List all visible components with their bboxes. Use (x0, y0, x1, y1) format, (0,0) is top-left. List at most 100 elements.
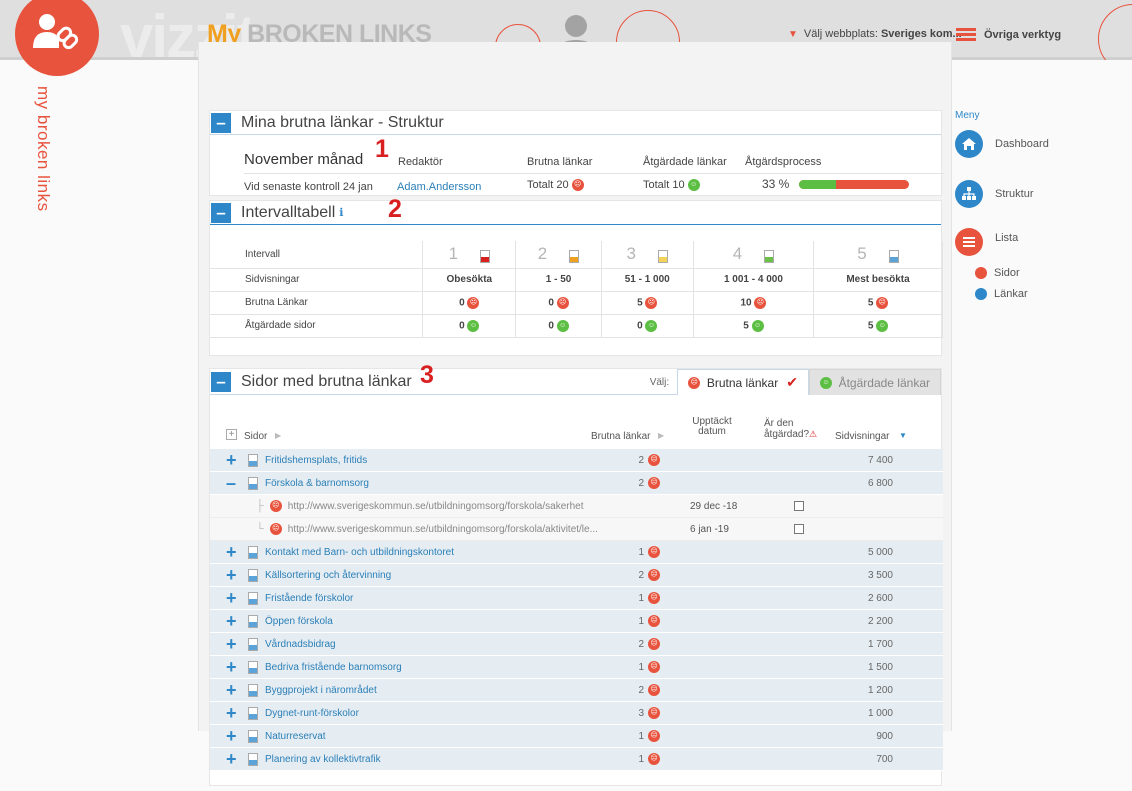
dropdown-triangle-icon: ▼ (788, 29, 798, 40)
page-views: 900 (876, 730, 893, 742)
expand-row-icon[interactable]: + (226, 658, 240, 676)
page-title-link[interactable]: Planering av kollektivtrafik (265, 754, 381, 765)
broken-count: 2 (638, 454, 644, 466)
pages-panel: – Sidor med brutna länkar 3 Välj: ☹ Brutn… (209, 361, 943, 786)
broken-search-icon[interactable]: ☹ (648, 546, 660, 558)
expand-row-icon[interactable]: + (226, 750, 240, 768)
page-title-link[interactable]: Fristående förskolor (265, 593, 353, 604)
tree-branch-icon: ├ (256, 500, 264, 512)
site-selector[interactable]: ▼ Välj webbplats: Sveriges kom... (788, 28, 962, 40)
table-row[interactable]: + Fristående förskolor 1 ☹ 2 600 (210, 587, 943, 610)
expand-row-icon[interactable]: + (226, 566, 240, 584)
broken-search-icon[interactable]: ☹ (648, 707, 660, 719)
expand-row-icon[interactable]: + (226, 612, 240, 630)
col-brutna[interactable]: Brutna länkar (591, 431, 650, 442)
broken-search-icon[interactable]: ☹ (648, 569, 660, 581)
page-title-link[interactable]: Bedriva fristående barnomsorg (265, 662, 402, 673)
sub-row[interactable]: └ ☹ http://www.sverigeskommun.se/utbildnin… (210, 518, 943, 541)
menu-lista[interactable]: Lista (955, 228, 1018, 256)
tab-broken-links[interactable]: ☹ Brutna länkar ✔ (677, 369, 809, 395)
sub-row[interactable]: ├ ☹ http://www.sverigeskommun.se/utbildnin… (210, 495, 943, 518)
expand-row-icon[interactable]: + (226, 704, 240, 722)
table-row[interactable]: + Byggprojekt i närområdet 2 ☹ 1 200 (210, 679, 943, 702)
other-tools-menu[interactable]: Övriga verktyg (956, 26, 1061, 43)
broken-search-icon[interactable]: ☹ (648, 638, 660, 650)
collapse-row-icon[interactable]: – (226, 474, 240, 492)
page-title-link[interactable]: Vårdnadsbidrag (265, 639, 336, 650)
col-sidor[interactable]: Sidor (244, 431, 267, 442)
broken-count: 1 (638, 753, 644, 765)
expand-row-icon[interactable]: + (226, 589, 240, 607)
marker-3: 3 (420, 361, 434, 389)
expand-row-icon[interactable]: + (226, 727, 240, 745)
page-title-link[interactable]: Källsortering och återvinning (265, 570, 391, 581)
broken-count: 2 (638, 477, 644, 489)
page-doc-icon (248, 545, 258, 559)
broken-search-icon[interactable]: ☹ (648, 661, 660, 673)
table-row[interactable]: + Kontakt med Barn- och utbildningskontor… (210, 541, 943, 564)
table-row[interactable]: + Vårdnadsbidrag 2 ☹ 1 700 (210, 633, 943, 656)
panel-title: Mina brutna länkar - Struktur (241, 113, 444, 131)
table-row[interactable]: + Dygnet-runt-förskolor 3 ☹ 1 000 (210, 702, 943, 725)
page-title-link[interactable]: Dygnet-runt-förskolor (265, 708, 359, 719)
menu-struktur[interactable]: Struktur (955, 180, 1034, 208)
page-views: 1 700 (867, 638, 893, 650)
menu-dashboard[interactable]: Dashboard (955, 130, 1049, 158)
broken-count: 1 (638, 546, 644, 558)
detected-date: 29 dec -18 (690, 500, 738, 512)
fixed-checkbox[interactable] (794, 501, 804, 511)
page-title-link[interactable]: Öppen förskola (265, 616, 333, 627)
broken-search-icon[interactable]: ☹ (648, 592, 660, 604)
table-row[interactable]: + Fritidshemsplats, fritids 2 ☹ 7 400 (210, 449, 943, 472)
interval-panel: – Intervalltabell ℹ 2 Intervall 1 2 3 4 5… (209, 195, 944, 356)
expand-row-icon[interactable]: + (226, 451, 240, 469)
col-sidvisningar[interactable]: Sidvisningar (835, 431, 889, 442)
page-doc-icon (248, 453, 258, 467)
page-title-link[interactable]: Kontakt med Barn- och utbildningskontore… (265, 547, 454, 558)
table-row[interactable]: + Bedriva fristående barnomsorg 1 ☹ 1 500 (210, 656, 943, 679)
sad-face-icon: ☹ (556, 296, 569, 309)
table-row[interactable]: + Planering av kollektivtrafik 1 ☹ 700 (210, 748, 943, 771)
collapse-button[interactable]: – (211, 202, 231, 223)
sad-face-icon: ☹ (269, 523, 282, 535)
broken-search-icon[interactable]: ☹ (648, 730, 660, 742)
broken-count: 1 (638, 730, 644, 742)
broken-count: 2 (638, 638, 644, 650)
page-views: 6 800 (867, 477, 893, 489)
editor-link[interactable]: Adam.Andersson (397, 181, 481, 193)
table-row[interactable]: + Källsortering och återvinning 2 ☹ 3 500 (210, 564, 943, 587)
collapse-button[interactable]: – (211, 371, 231, 392)
broken-search-icon[interactable]: ☹ (648, 684, 660, 696)
page-views: 1 500 (867, 661, 893, 673)
page-doc-icon (248, 752, 258, 766)
broken-url[interactable]: http://www.sverigeskommun.se/utbildningo… (288, 501, 584, 512)
expand-row-icon[interactable]: + (226, 635, 240, 653)
broken-search-icon[interactable]: ☹ (648, 477, 660, 489)
table-row[interactable]: + Öppen förskola 1 ☹ 2 200 (210, 610, 943, 633)
expand-all-icon[interactable]: + (226, 429, 237, 440)
broken-search-icon[interactable]: ☹ (648, 454, 660, 466)
page-title-link[interactable]: Förskola & barnomsorg (265, 478, 369, 489)
page-title-link[interactable]: Fritidshemsplats, fritids (265, 455, 367, 466)
expand-row-icon[interactable]: + (226, 543, 240, 561)
collapse-button[interactable]: – (211, 112, 231, 133)
menu-title: Meny (955, 110, 980, 121)
broken-search-icon[interactable]: ☹ (648, 615, 660, 627)
tab-fixed-links[interactable]: ☺ Åtgärdade länkar (808, 369, 941, 395)
broken-count: 1 (638, 615, 644, 627)
page-title-link[interactable]: Byggprojekt i närområdet (265, 685, 377, 696)
page-title-link[interactable]: Naturreservat (265, 731, 326, 742)
table-row[interactable]: – Förskola & barnomsorg 2 ☹ 6 800 (210, 472, 943, 495)
table-row[interactable]: + Naturreservat 1 ☹ 900 (210, 725, 943, 748)
expand-row-icon[interactable]: + (226, 681, 240, 699)
broken-url[interactable]: http://www.sverigeskommun.se/utbildningo… (288, 524, 598, 535)
doc-red-icon (480, 250, 491, 264)
info-icon[interactable]: ℹ (339, 206, 343, 219)
menu-lankar[interactable]: Länkar (975, 288, 1028, 300)
fixed-checkbox[interactable] (794, 524, 804, 534)
broken-search-icon[interactable]: ☹ (648, 753, 660, 765)
process-percent: 33 % (762, 177, 790, 191)
menu-sidor[interactable]: Sidor (975, 267, 1020, 279)
broken-count: 2 (638, 684, 644, 696)
happy-face-icon: ☺ (819, 376, 832, 389)
